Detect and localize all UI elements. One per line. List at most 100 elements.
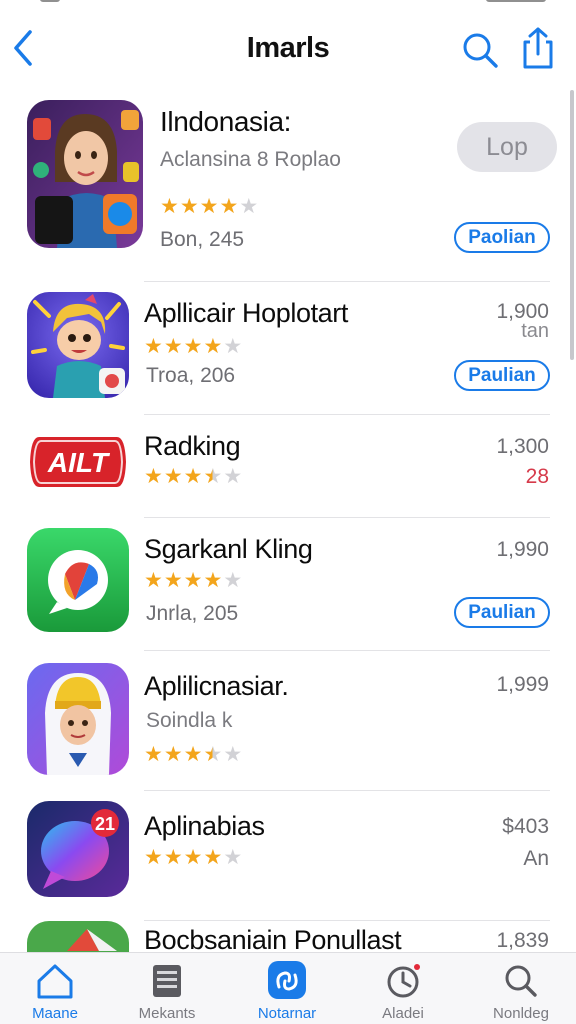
star-icon: ★ bbox=[223, 742, 243, 766]
clock-icon bbox=[387, 964, 420, 998]
star-icon: ★ bbox=[163, 464, 183, 488]
tab-aladei[interactable]: Aladei bbox=[348, 953, 458, 1024]
status-indicators bbox=[486, 0, 546, 2]
scrollbar[interactable] bbox=[570, 90, 574, 360]
share-icon bbox=[523, 27, 553, 69]
star-icon: ★ bbox=[163, 845, 183, 869]
app-meta: Bon, 245 bbox=[160, 228, 245, 251]
messenger-icon: 21 bbox=[27, 801, 129, 897]
cartoon-app-icon bbox=[27, 292, 129, 398]
tab-mekants[interactable]: Mekants bbox=[112, 953, 222, 1024]
app-name: Sgarkanl Kling bbox=[144, 534, 313, 564]
calendar-icon bbox=[153, 965, 181, 997]
navigation-bar: Imarls bbox=[0, 14, 576, 84]
app-meta: Troa, 206 bbox=[146, 364, 236, 387]
app-name: Ilndonasia: bbox=[160, 106, 292, 137]
app-icon[interactable] bbox=[27, 528, 129, 632]
app-icon[interactable] bbox=[27, 663, 129, 775]
star-icon: ★ bbox=[160, 194, 179, 218]
green-chat-icon bbox=[27, 528, 129, 632]
star-icon: ★ bbox=[144, 568, 163, 592]
list-item[interactable]: Apllicair Hoplotart ★ ★ ★ ★ ★ Troa, 206 1,90… bbox=[0, 282, 576, 415]
star-rating: ★ ★ ★ ★ ★ bbox=[144, 847, 242, 868]
star-icon: ★ bbox=[223, 845, 243, 869]
app-name: Aplilicnasiar. bbox=[144, 671, 289, 701]
tab-notarnar[interactable]: Notarnar bbox=[232, 953, 342, 1024]
star-icon: ★ bbox=[239, 194, 259, 218]
star-icon: ★ bbox=[203, 464, 223, 488]
app-list[interactable]: Ilndonasia: Aclansina 8 Roplao ★ ★ ★ ★ ★ Bon… bbox=[0, 86, 576, 952]
status-bar bbox=[0, 0, 576, 14]
search-icon bbox=[463, 33, 498, 68]
tab-label: Notarnar bbox=[257, 1005, 317, 1022]
app-icon[interactable]: 21 bbox=[27, 801, 129, 897]
app-link-icon bbox=[268, 961, 306, 999]
app-price: 1,839 bbox=[496, 929, 549, 952]
star-icon: ★ bbox=[183, 845, 203, 869]
app-price-note: An bbox=[523, 847, 549, 870]
list-item[interactable]: Bocbsaniain Ponullast 1,839 bbox=[0, 921, 576, 952]
list-item[interactable]: Ilndonasia: Aclansina 8 Roplao ★ ★ ★ ★ ★ Bon… bbox=[0, 86, 576, 282]
tab-search[interactable]: Nonldeg bbox=[466, 953, 576, 1024]
app-icon[interactable] bbox=[27, 292, 129, 398]
get-button[interactable]: Lop bbox=[457, 122, 557, 172]
star-rating: ★ ★ ★ ★ ★ bbox=[144, 466, 242, 487]
app-name: Radking bbox=[144, 431, 241, 461]
star-rating: ★ ★ ★ ★ ★ bbox=[144, 570, 242, 591]
star-icon: ★ bbox=[223, 568, 243, 592]
star-icon: ★ bbox=[223, 464, 243, 488]
star-icon: ★ bbox=[144, 742, 163, 766]
app-meta: Jnrla, 205 bbox=[146, 602, 239, 625]
star-icon: ★ bbox=[183, 334, 203, 358]
star-rating: ★ ★ ★ ★ ★ bbox=[144, 744, 242, 765]
star-icon: ★ bbox=[203, 568, 223, 592]
app-name: Apllicair Hoplotart bbox=[144, 298, 348, 328]
app-price: 1,999 bbox=[496, 673, 549, 696]
tab-label: Maane bbox=[32, 1005, 78, 1022]
app-price-note: tan bbox=[521, 320, 549, 342]
star-icon: ★ bbox=[223, 334, 243, 358]
star-icon: ★ bbox=[219, 194, 239, 218]
search-button[interactable] bbox=[460, 30, 500, 70]
star-icon: ★ bbox=[163, 742, 183, 766]
app-icon[interactable]: AILT bbox=[27, 429, 129, 495]
action-button[interactable]: Paulian bbox=[454, 597, 550, 628]
app-name: Bocbsaniain Ponullast bbox=[144, 925, 402, 952]
star-icon: ★ bbox=[203, 334, 223, 358]
star-icon: ★ bbox=[183, 742, 203, 766]
tab-bar: Maane Mekants Notarnar Aladei Nonldeg bbox=[0, 952, 576, 1024]
tab-home[interactable]: Maane bbox=[0, 953, 110, 1024]
list-item[interactable]: 21 Aplinabias ★ ★ ★ ★ ★ $403 An bbox=[0, 791, 576, 921]
star-icon: ★ bbox=[183, 464, 203, 488]
star-icon: ★ bbox=[199, 194, 219, 218]
logo-text: AILT bbox=[47, 447, 111, 478]
action-button[interactable]: Paulian bbox=[454, 360, 550, 391]
search-icon bbox=[505, 965, 537, 997]
star-icon: ★ bbox=[163, 334, 183, 358]
star-icon: ★ bbox=[203, 742, 223, 766]
status-time bbox=[40, 0, 60, 2]
star-rating: ★ ★ ★ ★ ★ bbox=[160, 196, 258, 217]
app-price: 1,300 bbox=[496, 435, 549, 458]
app-icon[interactable] bbox=[27, 100, 143, 248]
star-icon: ★ bbox=[144, 334, 163, 358]
star-icon: ★ bbox=[179, 194, 199, 218]
star-icon: ★ bbox=[144, 464, 163, 488]
app-icon[interactable] bbox=[27, 921, 129, 952]
avatar-app-icon bbox=[27, 100, 143, 248]
share-button[interactable] bbox=[518, 26, 558, 70]
list-item[interactable]: Aplilicnasiar. Soindla k ★ ★ ★ ★ ★ 1,999 bbox=[0, 651, 576, 791]
tab-label: Nonldeg bbox=[493, 1005, 549, 1022]
list-item[interactable]: AILT Radking ★ ★ ★ ★ ★ 1,300 28 bbox=[0, 415, 576, 518]
star-icon: ★ bbox=[203, 845, 223, 869]
app-subtitle: Soindla k bbox=[146, 709, 233, 732]
star-icon: ★ bbox=[163, 568, 183, 592]
app-price: 1,990 bbox=[496, 538, 549, 561]
app-name: Aplinabias bbox=[144, 811, 265, 841]
hooded-avatar-icon bbox=[27, 663, 129, 775]
ailt-logo-icon: AILT bbox=[30, 437, 126, 487]
star-icon: ★ bbox=[183, 568, 203, 592]
action-button[interactable]: Paolian bbox=[454, 222, 550, 253]
tab-label: Aladei bbox=[382, 1005, 424, 1022]
list-item[interactable]: Sgarkanl Kling ★ ★ ★ ★ ★ Jnrla, 205 1,990 Pa… bbox=[0, 518, 576, 651]
